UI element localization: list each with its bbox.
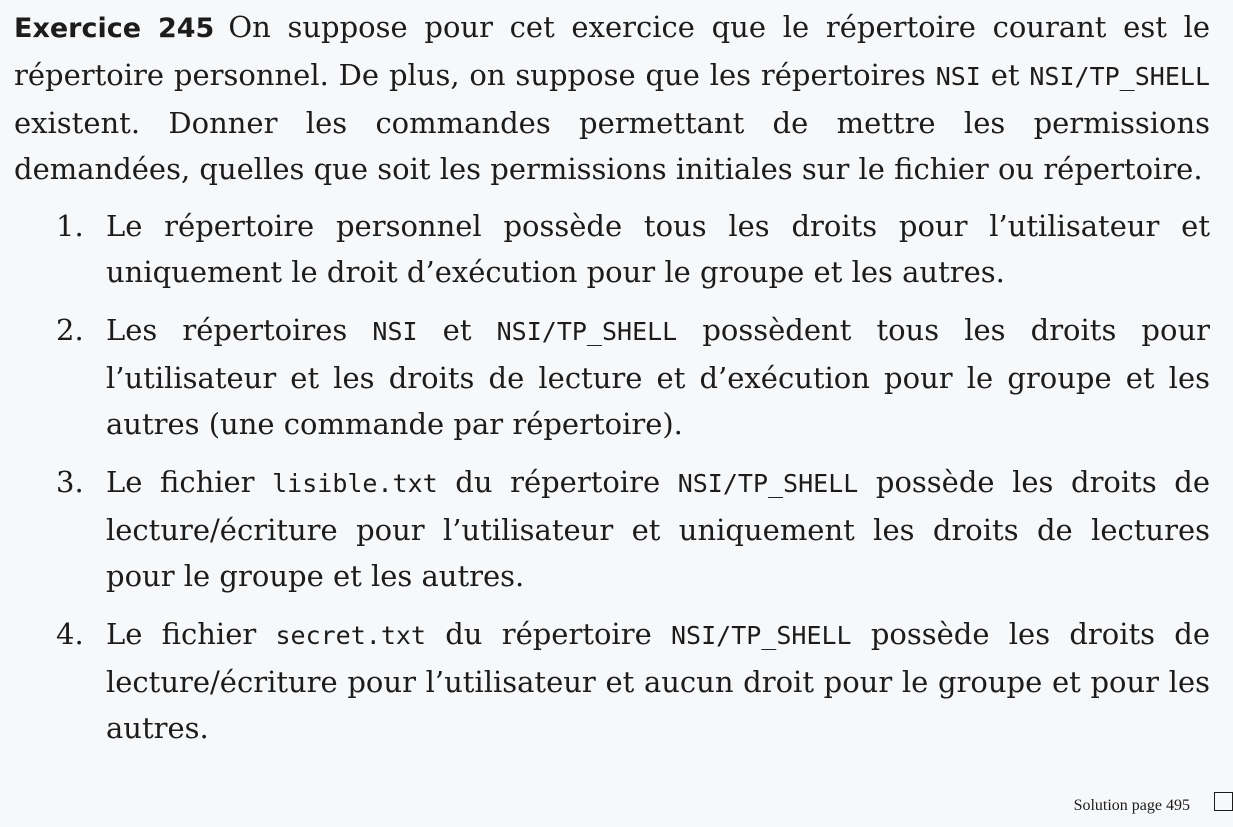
question-text: Le fichier secret.txt du répertoire NSI/… (106, 617, 1210, 745)
question-text: Les répertoires NSI et NSI/TP_SHELL poss… (106, 313, 1210, 441)
question-number: 4. (56, 617, 84, 651)
code-term: NSI/TP_SHELL (1029, 62, 1210, 91)
solution-text: Solution page 495 (1073, 797, 1190, 814)
question-number: 2. (56, 313, 84, 347)
question-number: 3. (56, 465, 84, 499)
exercise-block: Exercice 245 On suppose pour cet exercice… (14, 4, 1210, 763)
question-list: 1. Le répertoire personnel possède tous … (14, 203, 1210, 751)
question-item: 1. Le répertoire personnel possède tous … (56, 203, 1210, 295)
exercise-intro: Exercice 245 On suppose pour cet exercice… (14, 4, 1210, 192)
code-term: NSI/TP_SHELL (677, 469, 859, 498)
code-term: NSI (372, 317, 418, 346)
question-text: Le répertoire personnel possède tous les… (106, 209, 1210, 289)
end-of-exercise-box-icon (1214, 792, 1233, 811)
question-item: 4. Le fichier secret.txt du répertoire N… (56, 611, 1210, 751)
question-item: 2. Les répertoires NSI et NSI/TP_SHELL p… (56, 307, 1210, 447)
solution-reference: Solution page 495 (633, 792, 1233, 815)
code-term: lisible.txt (272, 469, 438, 498)
exercise-label: Exercice 245 (14, 13, 215, 44)
question-item: 3. Le fichier lisible.txt du répertoire … (56, 459, 1211, 599)
question-number: 1. (56, 209, 84, 243)
code-term: NSI/TP_SHELL (670, 621, 852, 650)
code-term: NSI/TP_SHELL (496, 317, 678, 346)
code-term: secret.txt (275, 621, 426, 650)
code-term: NSI (935, 62, 981, 91)
question-text: Le fichier lisible.txt du répertoire NSI… (106, 465, 1211, 593)
